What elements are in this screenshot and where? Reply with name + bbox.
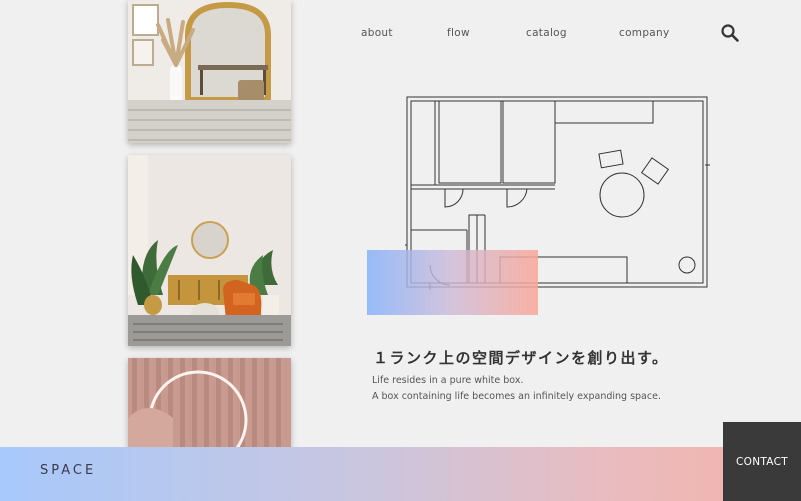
photo-mirror-room — [128, 0, 291, 143]
nav-catalog[interactable]: catalog — [526, 27, 567, 39]
nav-flow[interactable]: flow — [447, 27, 470, 39]
brand-logo[interactable]: SPACE — [40, 463, 96, 478]
photo-living-room — [128, 155, 291, 346]
photo-pink-wall — [128, 358, 291, 453]
contact-button[interactable]: CONTACT — [723, 422, 801, 501]
gradient-accent-box — [367, 250, 538, 315]
footer-gradient-band — [0, 447, 801, 501]
nav-company[interactable]: company — [619, 27, 670, 39]
hero-body-line: A box containing life becomes an infinit… — [372, 391, 661, 402]
search-icon[interactable] — [720, 23, 740, 43]
hero-headline: １ランク上の空間デザインを創り出す。 — [373, 349, 669, 367]
nav-about[interactable]: about — [361, 27, 393, 39]
hero-body-line: Life resides in a pure white box. — [372, 375, 524, 386]
